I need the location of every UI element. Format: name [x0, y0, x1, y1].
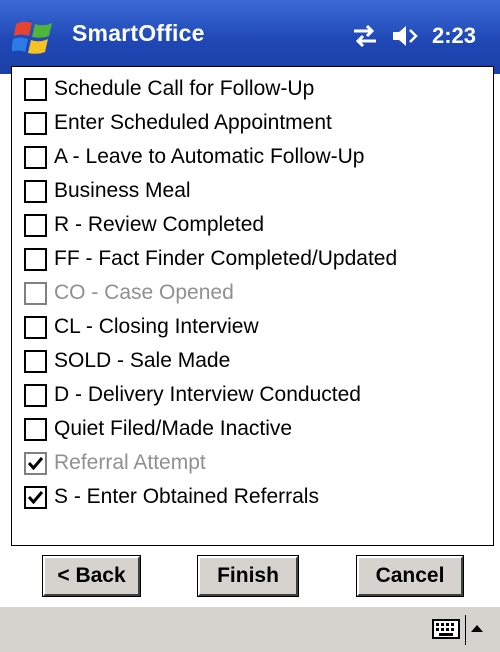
checklist-item-label: S - Enter Obtained Referrals	[54, 485, 319, 508]
checklist-item[interactable]: Schedule Call for Follow-Up	[24, 72, 493, 106]
checkbox[interactable]	[24, 77, 47, 101]
checkbox-checked[interactable]	[24, 485, 47, 509]
checklist-item[interactable]: D - Delivery Interview Conducted	[24, 378, 493, 412]
checklist-item-label: CL - Closing Interview	[54, 315, 259, 338]
checklist-item[interactable]: A - Leave to Automatic Follow-Up	[24, 140, 493, 174]
checklist-item[interactable]: Business Meal	[24, 174, 493, 208]
sip-divider	[465, 615, 466, 645]
checklist-item-label: Enter Scheduled Appointment	[54, 111, 332, 134]
checkbox[interactable]	[24, 417, 47, 441]
connectivity-arrows-icon[interactable]	[350, 21, 380, 51]
checklist-item-label: CO - Case Opened	[54, 281, 234, 304]
menu-bar	[0, 606, 500, 652]
checklist-item-label: FF - Fact Finder Completed/Updated	[54, 247, 398, 270]
status-area: 2:23	[340, 18, 476, 54]
checkbox[interactable]	[24, 247, 47, 271]
app-title: SmartOffice	[72, 20, 205, 46]
checkmark-icon	[27, 456, 44, 470]
checklist-item-label: D - Delivery Interview Conducted	[54, 383, 361, 406]
cancel-button[interactable]: Cancel	[356, 555, 464, 597]
checkbox[interactable]	[24, 349, 47, 373]
checklist-item-label: SOLD - Sale Made	[54, 349, 231, 372]
checklist-item-label: Business Meal	[54, 179, 191, 202]
checkbox[interactable]	[24, 213, 47, 237]
checklist-item[interactable]: Quiet Filed/Made Inactive	[24, 412, 493, 446]
checklist-item-label: Referral Attempt	[54, 451, 206, 474]
checklist-item-label: A - Leave to Automatic Follow-Up	[54, 145, 365, 168]
windows-flag-icon[interactable]	[12, 14, 58, 60]
checklist-item[interactable]: CO - Case Opened	[24, 276, 493, 310]
checklist-item[interactable]: FF - Fact Finder Completed/Updated	[24, 242, 493, 276]
clock[interactable]: 2:23	[432, 23, 476, 49]
checkbox	[24, 281, 47, 305]
checkbox[interactable]	[24, 179, 47, 203]
finish-button[interactable]: Finish	[197, 555, 299, 597]
checkbox[interactable]	[24, 111, 47, 135]
checklist-item[interactable]: Referral Attempt	[24, 446, 493, 480]
checklist-item[interactable]: SOLD - Sale Made	[24, 344, 493, 378]
button-bar: < Back Finish Cancel	[0, 546, 500, 606]
checkmark-icon	[27, 490, 44, 504]
checkbox[interactable]	[24, 315, 47, 339]
checklist-item-label: Quiet Filed/Made Inactive	[54, 417, 293, 440]
checkbox[interactable]	[24, 145, 47, 169]
activity-checklist: Schedule Call for Follow-Up Enter Schedul…	[24, 72, 493, 514]
checklist-item[interactable]: R - Review Completed	[24, 208, 493, 242]
checklist-item[interactable]: S - Enter Obtained Referrals	[24, 480, 493, 514]
checklist-item[interactable]: CL - Closing Interview	[24, 310, 493, 344]
checkbox-checked	[24, 451, 47, 475]
title-bar: SmartOffice 2:23	[0, 0, 500, 74]
speaker-icon[interactable]	[390, 21, 420, 51]
back-button[interactable]: < Back	[42, 555, 141, 597]
keyboard-icon[interactable]	[432, 619, 460, 639]
checklist-panel: Schedule Call for Follow-Up Enter Schedul…	[11, 66, 494, 546]
up-arrow-icon[interactable]	[470, 623, 484, 633]
checklist-item[interactable]: Enter Scheduled Appointment	[24, 106, 493, 140]
checkbox[interactable]	[24, 383, 47, 407]
checklist-item-label: Schedule Call for Follow-Up	[54, 77, 315, 100]
checklist-item-label: R - Review Completed	[54, 213, 265, 236]
